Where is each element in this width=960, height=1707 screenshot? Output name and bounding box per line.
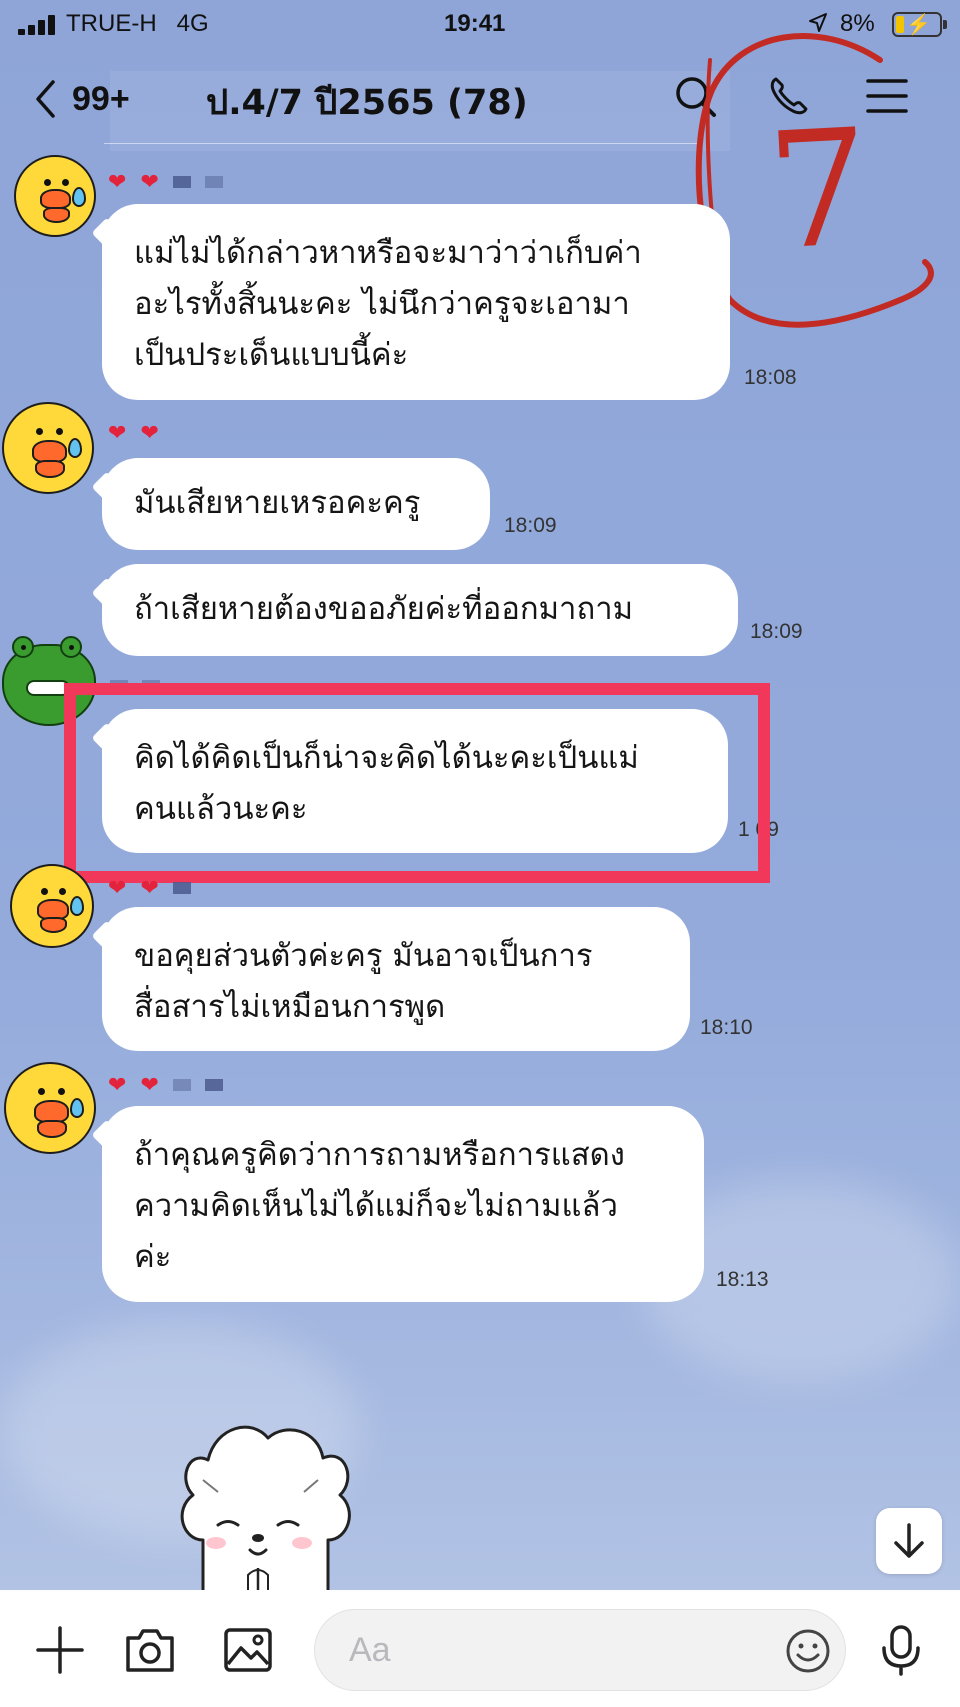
back-button[interactable]: 99+: [34, 71, 174, 127]
scroll-to-bottom-button[interactable]: [876, 1508, 942, 1574]
sender-name-obscured: ❤ ❤: [108, 170, 223, 195]
message-input-bar: [0, 1590, 960, 1707]
plus-icon[interactable]: [34, 1624, 86, 1676]
header-divider: [104, 143, 700, 144]
unread-count: 99+: [72, 79, 130, 118]
sender-name-obscured: ❤ ❤: [108, 876, 191, 901]
message-input[interactable]: [349, 1628, 729, 1672]
red-highlight-box: [64, 683, 770, 883]
sender-name-obscured: ❤ ❤: [108, 1073, 223, 1098]
menu-icon[interactable]: [864, 73, 910, 119]
carrier-label: TRUE-H 4G: [66, 10, 209, 37]
network-label: 4G: [176, 10, 209, 37]
camera-icon[interactable]: [124, 1624, 176, 1676]
avatar[interactable]: [10, 864, 94, 948]
emoji-icon[interactable]: [785, 1628, 831, 1674]
handwritten-number: 7: [763, 93, 875, 286]
chat-title: ป.4/7 ปี2565 (78): [206, 83, 528, 123]
message-time: 18:09: [750, 620, 803, 643]
message-field[interactable]: [314, 1609, 846, 1691]
message-bubble[interactable]: ถ้าเสียหายต้องขออภัยค่ะที่ออกมาถาม: [102, 564, 738, 656]
fluffy-bear-sticker[interactable]: [168, 1400, 358, 1610]
message-bubble[interactable]: แม่ไม่ได้กล่าวหาหรือจะมาว่าว่าเก็บค่า อะ…: [102, 204, 730, 400]
sender-name-obscured: ❤ ❤: [108, 420, 159, 446]
image-gallery-icon[interactable]: [222, 1624, 274, 1676]
search-icon[interactable]: [672, 73, 718, 119]
chevron-left-icon: [36, 80, 55, 118]
message-time: 18:09: [504, 514, 557, 537]
signal-icon: [18, 15, 62, 35]
battery-icon: ⚡: [892, 12, 947, 37]
message-bubble[interactable]: มันเสียหายเหรอคะครู: [102, 458, 490, 550]
message-bubble[interactable]: ถ้าคุณครูคิดว่าการถามหรือการแสดง ความคิด…: [102, 1106, 704, 1302]
message-time: 18:10: [700, 1016, 753, 1039]
status-bar: TRUE-H 4G 19:41 8% ⚡: [0, 0, 960, 50]
location-arrow-icon: [809, 13, 827, 32]
avatar[interactable]: [4, 1062, 96, 1154]
arrow-down-icon: [894, 1523, 924, 1558]
message-time: 18:08: [744, 366, 797, 389]
clock: 19:41: [444, 10, 506, 37]
message-time: 18:13: [716, 1268, 769, 1291]
message-bubble[interactable]: ขอคุยส่วนตัวค่ะครู มันอาจเป็นการ สื่อสาร…: [102, 907, 690, 1051]
microphone-icon[interactable]: [878, 1624, 924, 1676]
battery-percent: 8%: [840, 10, 875, 37]
avatar[interactable]: [2, 402, 94, 494]
avatar[interactable]: [14, 155, 96, 237]
